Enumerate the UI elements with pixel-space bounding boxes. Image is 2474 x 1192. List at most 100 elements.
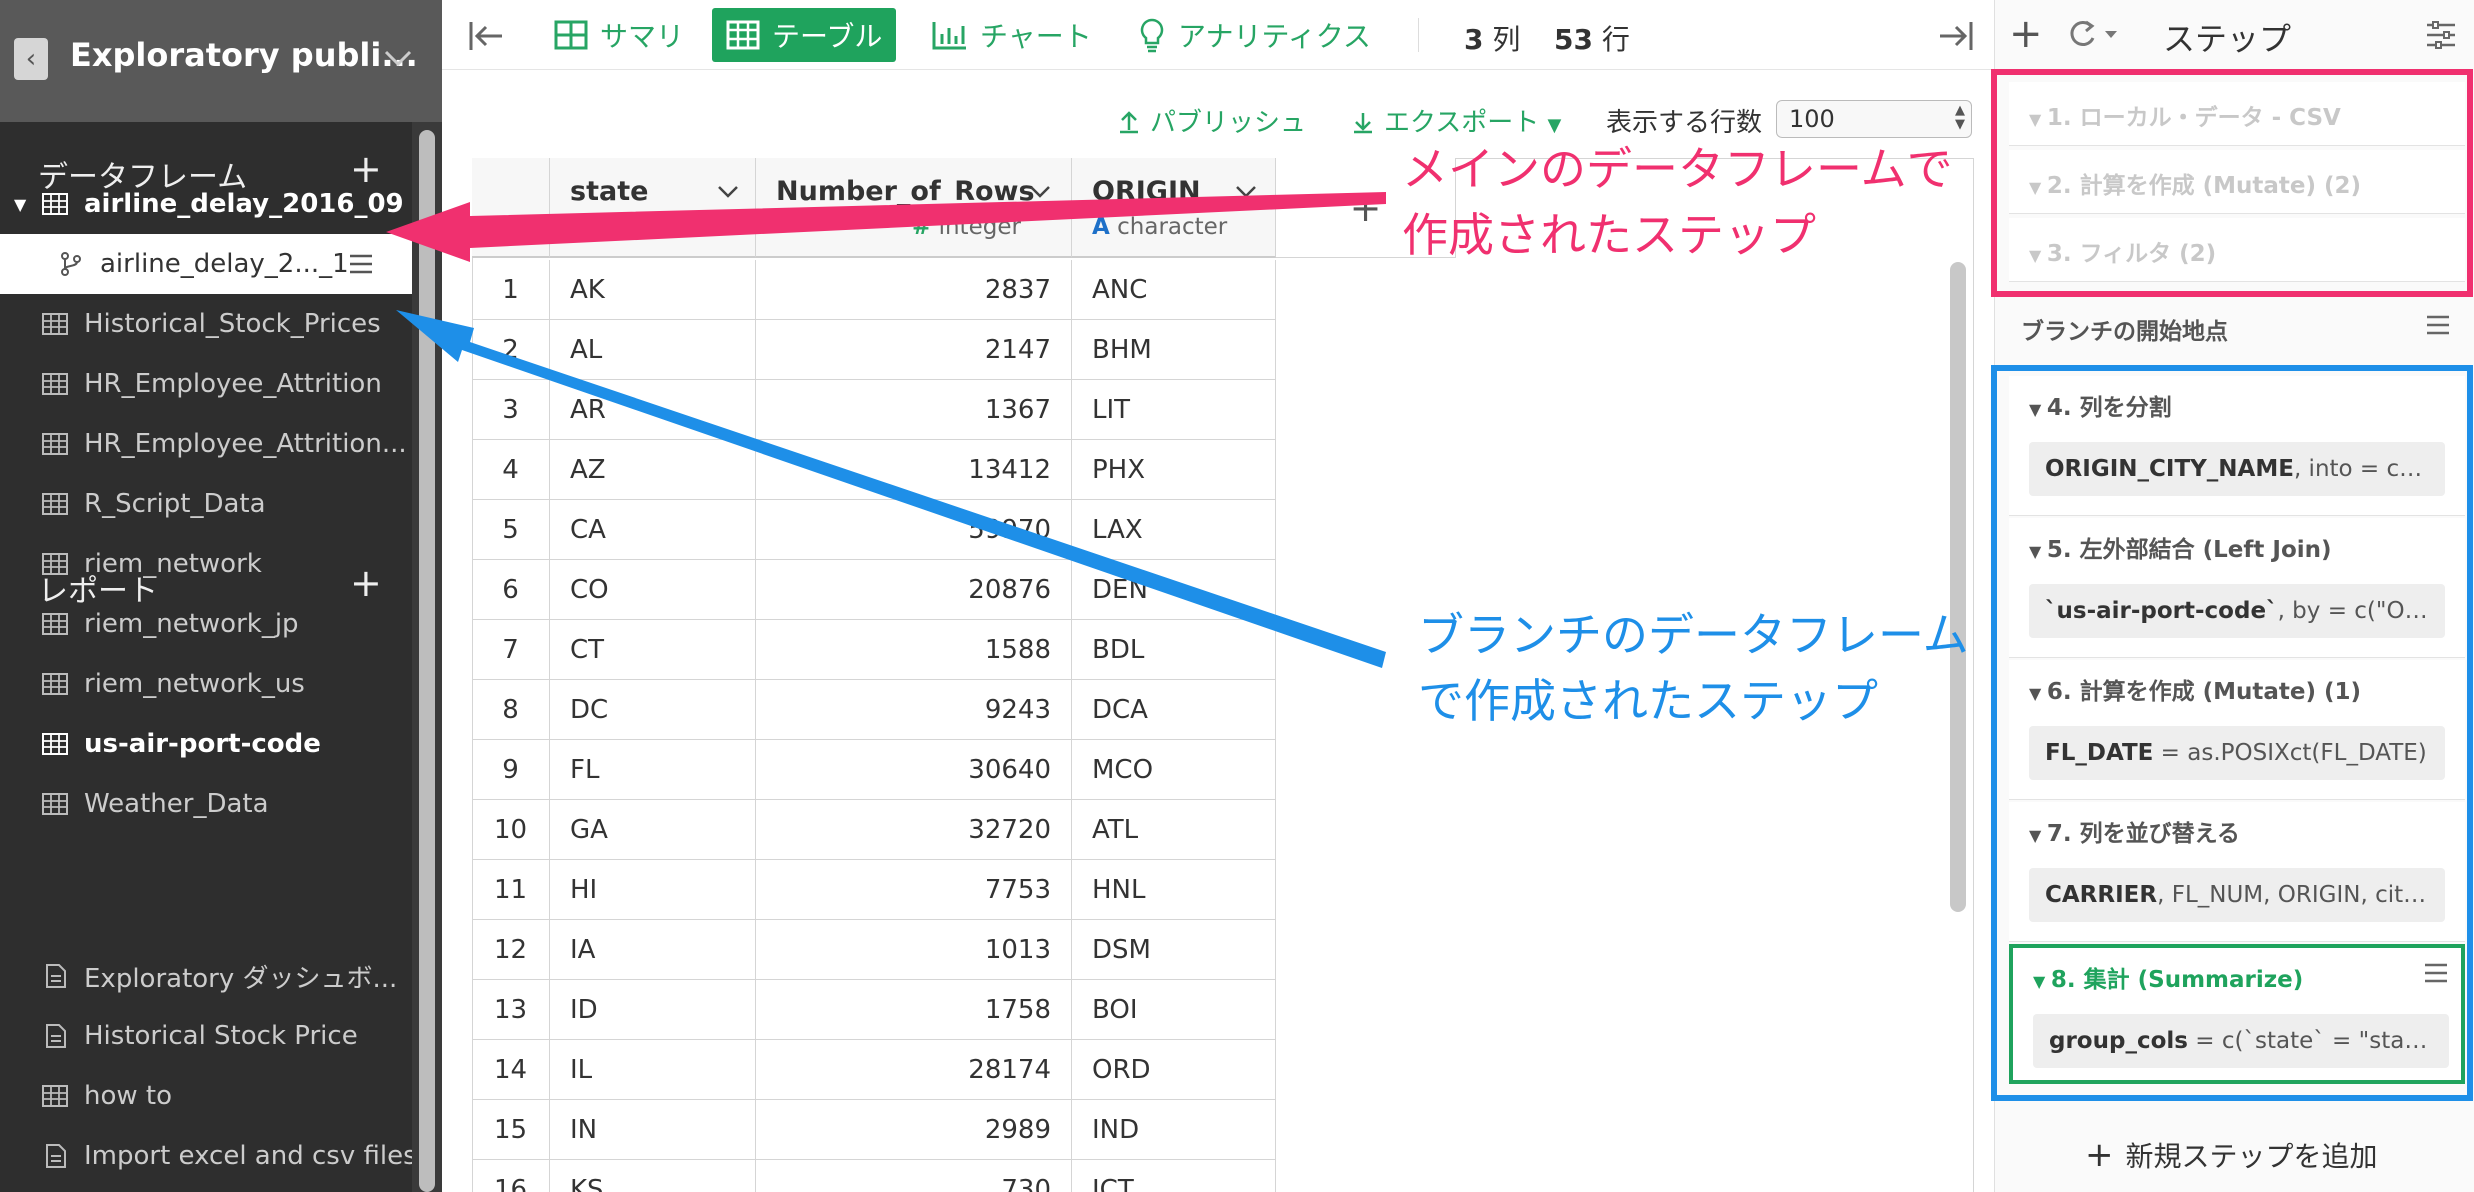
- table-row[interactable]: 16 KS 730 ICT: [472, 1160, 1276, 1192]
- step-card-main[interactable]: ▼ 2. 計算を作成 (Mutate) (2): [2009, 150, 2465, 214]
- export-button[interactable]: エクスポート ▼: [1352, 102, 1561, 139]
- step-command[interactable]: FL_DATE = as.POSIXct(FL_DATE): [2029, 726, 2445, 780]
- collapse-triangle-icon[interactable]: ▼: [2029, 826, 2047, 845]
- row-number-cell: 4: [472, 440, 550, 500]
- tab-chart[interactable]: チャート: [918, 8, 1106, 62]
- collapse-triangle-icon[interactable]: ▼: [2029, 400, 2047, 419]
- project-header[interactable]: ‹ Exploratory publi...: [0, 0, 442, 122]
- origin-cell: PHX: [1072, 440, 1276, 500]
- sidebar-dataframe-item[interactable]: ▼ airline_delay_2016_09: [0, 174, 412, 234]
- menu-icon[interactable]: [2425, 314, 2451, 336]
- step-card-main[interactable]: ▼ 3. フィルタ (2): [2009, 218, 2465, 282]
- step-card-branch[interactable]: ▼ 6. 計算を作成 (Mutate) (1) FL_DATE = as.POSI…: [2009, 660, 2465, 800]
- collapse-triangle-icon[interactable]: ▼: [2029, 178, 2047, 197]
- collapse-triangle-icon[interactable]: ▼: [2029, 246, 2047, 265]
- expand-triangle-icon[interactable]: ▼: [14, 195, 26, 214]
- collapse-left-icon[interactable]: [468, 20, 506, 52]
- table-row[interactable]: 4 AZ 13412 PHX: [472, 440, 1276, 500]
- dataframe-name: Historical_Stock_Prices: [84, 309, 381, 339]
- sidebar-dataframe-item[interactable]: HR_Employee_Attrition...: [0, 414, 412, 474]
- add-report-button[interactable]: +: [350, 564, 382, 602]
- column-header-origin[interactable]: ORIGIN A character: [1072, 158, 1276, 258]
- sidebar-dataframe-item[interactable]: us-air-port-code: [0, 714, 412, 774]
- table-row[interactable]: 8 DC 9243 DCA: [472, 680, 1276, 740]
- chevron-down-icon[interactable]: [1028, 184, 1052, 200]
- sidebar-dataframe-item[interactable]: riem_network_us: [0, 654, 412, 714]
- step-command[interactable]: `us-air-port-code`, by = c("ORIGIN...: [2029, 584, 2445, 638]
- state-cell: AZ: [550, 440, 756, 500]
- row-number-cell: 6: [472, 560, 550, 620]
- collapse-triangle-icon[interactable]: ▼: [2029, 542, 2047, 561]
- upload-icon: [1120, 111, 1138, 134]
- dataframe-name: riem_network_jp: [84, 609, 299, 639]
- sidebar-dataframe-item[interactable]: Weather_Data: [0, 774, 412, 834]
- sidebar-dataframe-item[interactable]: Historical_Stock_Prices: [0, 294, 412, 354]
- table-row[interactable]: 13 ID 1758 BOI: [472, 980, 1276, 1040]
- table-scrollbar[interactable]: [1950, 262, 1966, 912]
- sidebar-dataframe-item[interactable]: HR_Employee_Attrition: [0, 354, 412, 414]
- add-new-step-button[interactable]: + 新規ステップを追加: [2085, 1135, 2378, 1175]
- step-card-branch[interactable]: ▼ 5. 左外部結合 (Left Join) `us-air-port-code`…: [2009, 518, 2465, 658]
- tab-table[interactable]: テーブル: [712, 8, 897, 62]
- step-command[interactable]: group_cols = c(`state` = "state"),gr...: [2033, 1014, 2449, 1068]
- download-icon: [1354, 113, 1372, 134]
- collapse-triangle-icon[interactable]: ▼: [2029, 684, 2047, 703]
- row-number-cell: 3: [472, 380, 550, 440]
- add-step-icon[interactable]: +: [2009, 12, 2043, 56]
- sidebar-dataframe-item[interactable]: airline_delay_2..._1: [0, 234, 412, 294]
- chevron-down-icon[interactable]: [380, 40, 416, 76]
- step-command[interactable]: CARRIER, FL_NUM, ORIGIN, city, ...: [2029, 868, 2445, 922]
- origin-cell: MCO: [1072, 740, 1276, 800]
- publish-button[interactable]: パブリッシュ: [1118, 102, 1306, 139]
- step-card-branch[interactable]: ▼ 7. 列を並び替える CARRIER, FL_NUM, ORIGIN, cit…: [2009, 802, 2465, 942]
- table-row[interactable]: 10 GA 32720 ATL: [472, 800, 1276, 860]
- table-row[interactable]: 3 AR 1367 LIT: [472, 380, 1276, 440]
- step-card-branch[interactable]: ▼ 4. 列を分割 ORIGIN_CITY_NAME, into = c("cit…: [2009, 376, 2465, 516]
- step-card-branch[interactable]: ▼ 8. 集計 (Summarize) group_cols = c(`state…: [2009, 944, 2465, 1084]
- step-card-main[interactable]: ▼ 1. ローカル・データ - CSV: [2009, 82, 2465, 146]
- table-row[interactable]: 14 IL 28174 ORD: [472, 1040, 1276, 1100]
- sidebar-scrollbar[interactable]: [419, 130, 435, 1192]
- step-title: ▼ 6. 計算を作成 (Mutate) (1): [2029, 679, 2362, 705]
- toolbar: サマリ テーブル チャート アナリティクス 3 列 53 行: [442, 0, 1994, 70]
- sidebar-report-item[interactable]: Exploratory ダッシュボ...: [0, 946, 412, 1006]
- collapse-triangle-icon[interactable]: ▼: [2029, 110, 2047, 129]
- dataframe-name: us-air-port-code: [84, 729, 321, 759]
- chevron-down-icon[interactable]: [1234, 184, 1258, 200]
- sidebar-report-item[interactable]: Import excel and csv files: [0, 1126, 417, 1186]
- table-row[interactable]: 2 AL 2147 BHM: [472, 320, 1276, 380]
- table-row[interactable]: 1 AK 2837 ANC: [472, 260, 1276, 320]
- menu-icon[interactable]: [348, 253, 374, 275]
- tab-summary[interactable]: サマリ: [540, 8, 698, 62]
- number-of-rows-cell: 20876: [756, 560, 1072, 620]
- table-row[interactable]: 9 FL 30640 MCO: [472, 740, 1276, 800]
- step-command[interactable]: ORIGIN_CITY_NAME, into = c("cit...: [2029, 442, 2445, 496]
- table-row[interactable]: 6 CO 20876 DEN: [472, 560, 1276, 620]
- sidebar-report-item[interactable]: how to: [0, 1066, 412, 1126]
- project-title[interactable]: Exploratory publi...: [70, 36, 418, 74]
- expand-right-icon[interactable]: [1936, 20, 1974, 52]
- refresh-icon[interactable]: [2067, 18, 2123, 50]
- menu-icon[interactable]: [2423, 962, 2449, 984]
- settings-sliders-icon[interactable]: [2425, 20, 2457, 50]
- state-cell: AL: [550, 320, 756, 380]
- sidebar-report-item[interactable]: Historical Stock Price: [0, 1006, 412, 1066]
- table-row[interactable]: 12 IA 1013 DSM: [472, 920, 1276, 980]
- column-header-state[interactable]: state ᴀᴀ character: [550, 158, 756, 258]
- rows-to-show-select[interactable]: 100 ▲ ▼: [1776, 100, 1972, 138]
- sidebar-dataframe-item[interactable]: R_Script_Data: [0, 474, 412, 534]
- report-name: how to: [84, 1081, 173, 1111]
- row-number-cell: 5: [472, 500, 550, 560]
- number-of-rows-cell: 1367: [756, 380, 1072, 440]
- collapse-triangle-icon[interactable]: ▼: [2033, 972, 2051, 991]
- table-row[interactable]: 7 CT 1588 BDL: [472, 620, 1276, 680]
- tab-analytics[interactable]: アナリティクス: [1124, 8, 1385, 62]
- table-row[interactable]: 11 HI 7753 HNL: [472, 860, 1276, 920]
- table-row[interactable]: 5 CA 59970 LAX: [472, 500, 1276, 560]
- column-header-number-of-rows[interactable]: Number_of_Rows # integer: [756, 158, 1072, 258]
- table-row[interactable]: 15 IN 2989 IND: [472, 1100, 1276, 1160]
- chevron-down-icon[interactable]: [716, 184, 740, 200]
- number-of-rows-cell: 1013: [756, 920, 1072, 980]
- grid-icon: [42, 613, 68, 635]
- back-button[interactable]: ‹: [14, 38, 48, 80]
